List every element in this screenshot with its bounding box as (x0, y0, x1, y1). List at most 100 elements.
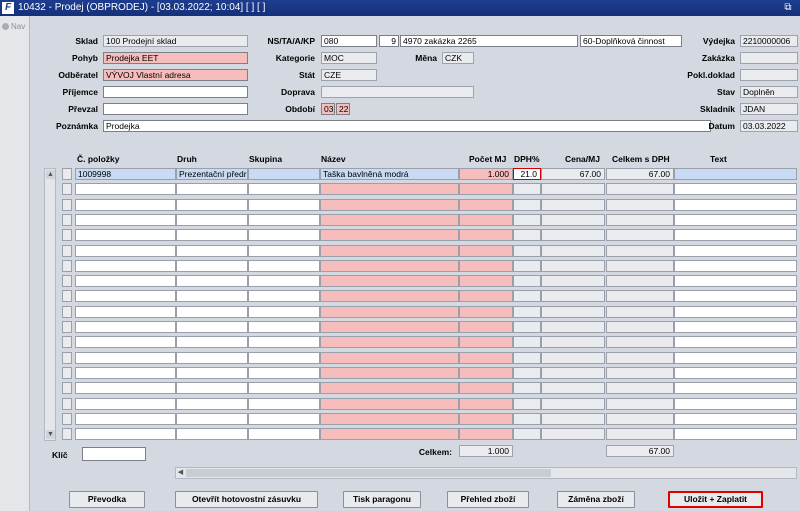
cell-pocet[interactable] (459, 183, 513, 195)
prevodka-button[interactable]: Převodka (69, 491, 145, 508)
cell-druh[interactable] (176, 413, 248, 425)
field-ns[interactable]: 080 (321, 35, 377, 47)
cell-pocet[interactable] (459, 398, 513, 410)
cell-celkem[interactable] (606, 336, 674, 348)
cell-celkem[interactable] (606, 245, 674, 257)
cell-cislo[interactable] (75, 199, 176, 211)
cell-druh[interactable] (176, 352, 248, 364)
cell-druh[interactable] (176, 336, 248, 348)
grid-horizontal-scrollbar[interactable]: ◀ (175, 467, 797, 479)
cell-skupina[interactable] (248, 290, 320, 302)
cell-text[interactable] (674, 245, 797, 257)
cell-dph[interactable] (513, 321, 541, 333)
row-selector[interactable] (62, 306, 72, 318)
cell-celkem[interactable] (606, 275, 674, 287)
cell-dph[interactable] (513, 290, 541, 302)
cell-cislo[interactable] (75, 336, 176, 348)
cell-cena[interactable] (541, 275, 605, 287)
cell-dph[interactable] (513, 382, 541, 394)
cell-cislo[interactable] (75, 398, 176, 410)
field-prijemce[interactable] (103, 86, 248, 98)
cell-nazev[interactable] (320, 398, 459, 410)
col-header-cena[interactable]: Cena/MJ (565, 154, 600, 164)
row-selector[interactable] (62, 413, 72, 425)
cell-celkem[interactable] (606, 260, 674, 272)
cell-text[interactable] (674, 214, 797, 226)
cell-celkem[interactable] (606, 290, 674, 302)
cell-text[interactable] (674, 398, 797, 410)
cell-nazev[interactable] (320, 321, 459, 333)
col-header-pocet[interactable]: Počet MJ (469, 154, 506, 164)
cell-nazev[interactable] (320, 382, 459, 394)
field-kp[interactable]: 60-Doplňková činnost (580, 35, 682, 47)
row-selector[interactable] (62, 214, 72, 226)
field-skladnik[interactable]: JDAN (740, 103, 798, 115)
cell-celkem[interactable] (606, 183, 674, 195)
cell-druh[interactable]: Prezentační předr (176, 168, 248, 180)
row-selector[interactable] (62, 290, 72, 302)
cell-dph[interactable] (513, 306, 541, 318)
cell-dph[interactable] (513, 428, 541, 440)
cell-celkem[interactable] (606, 229, 674, 241)
cell-nazev[interactable] (320, 199, 459, 211)
scroll-left-icon[interactable]: ◀ (176, 468, 185, 478)
cell-druh[interactable] (176, 398, 248, 410)
cell-cislo[interactable] (75, 275, 176, 287)
field-sklad[interactable]: 100 Prodejní sklad (103, 35, 248, 47)
cell-cena[interactable] (541, 398, 605, 410)
cell-dph[interactable] (513, 413, 541, 425)
cell-celkem[interactable] (606, 413, 674, 425)
cell-skupina[interactable] (248, 275, 320, 287)
cell-druh[interactable] (176, 245, 248, 257)
cell-skupina[interactable] (248, 229, 320, 241)
cell-text[interactable] (674, 290, 797, 302)
field-doprava[interactable] (321, 86, 474, 98)
cell-text[interactable] (674, 183, 797, 195)
cell-druh[interactable] (176, 183, 248, 195)
cell-dph[interactable]: 21.0 (513, 168, 541, 180)
field-ta[interactable]: 9 (379, 35, 399, 47)
cell-dph[interactable] (513, 336, 541, 348)
cell-cena[interactable] (541, 382, 605, 394)
cell-dph[interactable] (513, 275, 541, 287)
cell-nazev[interactable]: Taška bavlněná modrá (320, 168, 459, 180)
cell-text[interactable] (674, 199, 797, 211)
cell-pocet[interactable] (459, 321, 513, 333)
cell-skupina[interactable] (248, 306, 320, 318)
cell-cena[interactable] (541, 199, 605, 211)
field-kategorie[interactable]: MOC (321, 52, 377, 64)
field-klic[interactable] (82, 447, 146, 461)
row-selector[interactable] (62, 398, 72, 410)
cell-celkem[interactable] (606, 321, 674, 333)
print-receipt-button[interactable]: Tisk paragonu (343, 491, 421, 508)
cell-cena[interactable] (541, 413, 605, 425)
field-datum[interactable]: 03.03.2022 (740, 120, 798, 132)
field-obdobi-year[interactable]: 22 (336, 103, 350, 115)
cell-druh[interactable] (176, 290, 248, 302)
row-selector[interactable] (62, 245, 72, 257)
cell-text[interactable] (674, 321, 797, 333)
cell-cena[interactable] (541, 260, 605, 272)
field-odberatel[interactable]: VÝVOJ Vlastní adresa (103, 69, 248, 81)
cell-celkem[interactable]: 67.00 (606, 168, 674, 180)
cell-skupina[interactable] (248, 321, 320, 333)
cell-cislo[interactable] (75, 306, 176, 318)
cell-cislo[interactable] (75, 183, 176, 195)
field-a[interactable]: 4970 zakázka 2265 (400, 35, 578, 47)
cell-cislo[interactable] (75, 382, 176, 394)
cell-cena[interactable] (541, 290, 605, 302)
cell-skupina[interactable] (248, 199, 320, 211)
col-header-dph[interactable]: DPH% (514, 154, 540, 164)
field-obdobi-month[interactable]: 03 (321, 103, 335, 115)
cell-text[interactable] (674, 352, 797, 364)
field-zakazka[interactable] (740, 52, 798, 64)
cell-nazev[interactable] (320, 245, 459, 257)
cell-pocet[interactable] (459, 260, 513, 272)
cell-dph[interactable] (513, 367, 541, 379)
row-selector[interactable] (62, 428, 72, 440)
cell-celkem[interactable] (606, 352, 674, 364)
cell-cena[interactable] (541, 245, 605, 257)
cell-text[interactable] (674, 336, 797, 348)
cell-celkem[interactable] (606, 306, 674, 318)
cell-skupina[interactable] (248, 382, 320, 394)
